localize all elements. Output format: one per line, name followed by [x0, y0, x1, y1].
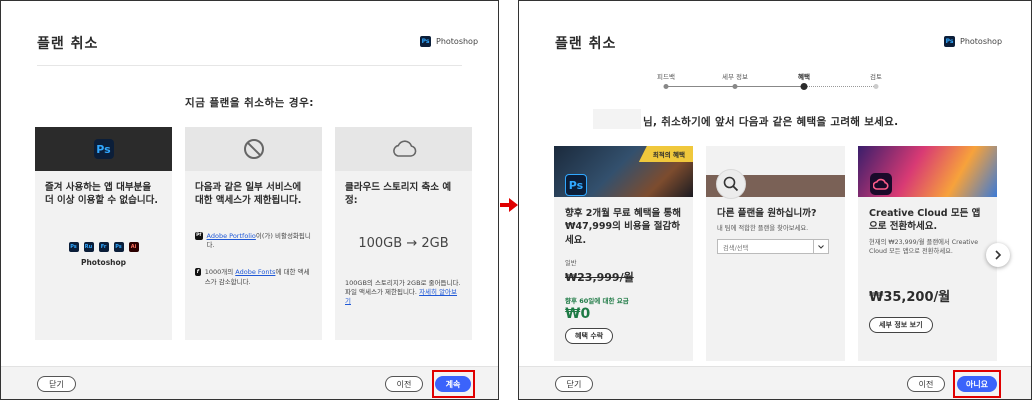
header-divider — [37, 65, 462, 66]
creative-cloud-icon — [870, 173, 892, 195]
card-text: 다음과 같은 일부 서비스에 대한 액세스가 제한됩니다. — [195, 182, 302, 206]
dialog-title: 플랜 취소 — [555, 36, 617, 52]
dialog-title: 플랜 취소 — [37, 36, 99, 52]
other-plans-card: 다른 플랜을 원하십니까? 내 팀에 적합한 플랜을 찾아보세요. 검색/선택 — [706, 146, 845, 361]
cancel-plan-dialog-step1: 플랜 취소 Ps Photoshop 지금 플랜을 취소하는 경우: Ps 즐겨… — [0, 0, 499, 400]
app-badge: Ps Photoshop — [420, 36, 478, 47]
switch-all-apps-card: Creative Cloud 모든 앱으로 전환하세요. 현재의 ₩23,999… — [858, 146, 997, 361]
fonts-icon: f — [195, 268, 201, 277]
step-review: 검토 — [870, 73, 882, 81]
redacted-username — [593, 109, 641, 129]
arrow-right-icon: → — [406, 235, 418, 251]
lose-apps-card: Ps 즐겨 사용하는 앱 대부분을 더 이상 이용할 수 없습니다. Ps Ru… — [35, 127, 172, 340]
app-name: Photoshop — [960, 37, 1003, 46]
adobe-portfolio-link[interactable]: Adobe Portfolio — [207, 232, 256, 240]
accept-offer-button[interactable]: 혜택 수락 — [565, 328, 614, 345]
app-badge: Ps Photoshop — [944, 36, 1002, 47]
ps-logo-icon: Ps — [93, 139, 114, 159]
best-offer-badge: 최적의 혜택 — [638, 146, 693, 162]
search-icon — [716, 169, 746, 199]
step-benefits: 혜택 — [798, 73, 810, 81]
plans-image — [706, 146, 845, 199]
step-details: 세부 정보 — [722, 73, 748, 81]
limited-services-card: 다음과 같은 일부 서비스에 대한 액세스가 제한됩니다. Pf Adobe P… — [185, 127, 322, 340]
section-heading: 지금 플랜을 취소하는 경우: — [185, 97, 314, 109]
storage-card: 클라우드 스토리지 축소 예정: 100GB → 2GB 100GB의 스토리지… — [335, 127, 472, 340]
close-button[interactable]: 닫기 — [37, 376, 76, 392]
fresco-icon: Fr — [98, 241, 109, 252]
offer-image: 최적의 혜택 Ps — [554, 146, 693, 197]
chevron-down-icon — [813, 240, 828, 254]
free-months-offer-card: 최적의 혜택 Ps 향후 2개월 무료 혜택을 통해 ₩47,999의 비용을 … — [554, 146, 693, 361]
photoshop-icon: Ps — [944, 36, 955, 47]
all-apps-image — [858, 146, 997, 197]
card-text: 즐겨 사용하는 앱 대부분을 더 이상 이용할 수 없습니다. — [45, 182, 158, 206]
dialog-footer: 닫기 이전 아니요 — [519, 366, 1031, 399]
fonts-item: f 1000개의 Adobe Fonts에 대한 액세스가 감소합니다. — [195, 268, 310, 286]
adobe-fonts-link[interactable]: Adobe Fonts — [235, 268, 275, 276]
rush-icon: Ru — [83, 241, 94, 252]
plan-select[interactable]: 검색/선택 — [717, 239, 829, 255]
previous-button[interactable]: 이전 — [385, 376, 423, 392]
photoshop-icon: Ps — [420, 36, 431, 47]
section-heading: 님, 취소하기에 앞서 다음과 같은 혜택을 고려해 보세요. — [643, 116, 899, 128]
all-apps-title: Creative Cloud 모든 앱으로 전환하세요. — [869, 208, 981, 233]
portfolio-item: Pf Adobe Portfolio이(가) 비활성화됩니다. — [195, 231, 311, 250]
chevron-right-icon — [995, 250, 1002, 260]
step-feedback: 피드백 — [657, 73, 675, 81]
all-apps-price: ₩35,200/월 — [869, 289, 951, 305]
app-name: Photoshop — [436, 37, 479, 46]
continue-highlight-box — [432, 370, 475, 398]
cancel-plan-dialog-step3: 플랜 취소 Ps Photoshop 피드백 세부 정보 혜택 검토 님, 취소… — [518, 0, 1032, 400]
arrow-right-icon — [500, 198, 518, 212]
storage-change: 100GB → 2GB — [358, 235, 449, 251]
portfolio-icon: Pf — [195, 231, 203, 240]
previous-button[interactable]: 이전 — [907, 376, 945, 392]
photoshop-icon: Ps — [68, 241, 79, 252]
carousel-next-button[interactable] — [986, 243, 1010, 267]
plan-select-placeholder: 검색/선택 — [723, 245, 749, 253]
cloud-icon — [392, 140, 416, 157]
regular-price: ₩23,999/월 — [565, 271, 634, 285]
offer-price-label: 향후 60일에 대한 요금 — [565, 297, 629, 306]
other-plans-desc: 내 팀에 적합한 플랜을 찾아보세요. — [717, 225, 809, 233]
app-icons-row: Ps Ru Fr Ps Ai — [45, 241, 162, 252]
ps-logo-icon: Ps — [565, 174, 587, 196]
dialog-footer: 닫기 이전 계속 — [1, 366, 498, 399]
offer-title: 향후 2개월 무료 혜택을 통해 ₩47,999의 비용을 절감하세요. — [565, 208, 681, 246]
card-text: 클라우드 스토리지 축소 예정: — [345, 182, 452, 206]
app-icon-red: Ai — [128, 241, 139, 252]
progress-stepper: 피드백 세부 정보 혜택 검토 — [657, 71, 882, 91]
storage-note: 100GB의 스토리지가 2GB로 줄어듭니다. 파일 액세스가 제한됩니다. … — [345, 278, 461, 306]
regular-price-label: 일반 — [565, 259, 577, 267]
all-apps-desc: 현재의 ₩23,999/월 플랜에서 Creative Cloud 모든 앱으로… — [869, 238, 979, 255]
apps-label: Photoshop — [80, 257, 127, 267]
no-thanks-highlight-box — [953, 370, 1001, 398]
photoshop-express-icon: Ps — [113, 241, 124, 252]
view-details-button[interactable]: 세부 정보 보기 — [869, 316, 933, 333]
offer-price: ₩0 — [565, 306, 591, 323]
other-plans-title: 다른 플랜을 원하십니까? — [717, 208, 817, 219]
prohibited-icon — [243, 139, 264, 159]
close-button[interactable]: 닫기 — [555, 376, 593, 392]
